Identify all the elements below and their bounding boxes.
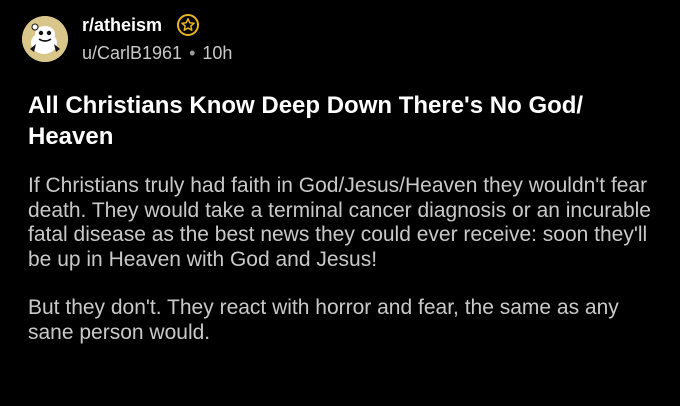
post-header: r/atheism u/CarlB1961 • 10h [22,10,232,68]
post-body: If Christians truly had faith in God/Jes… [28,174,668,345]
star-badge-icon[interactable] [176,13,200,37]
author-row: u/CarlB1961 • 10h [82,40,232,66]
snoo-avatar-icon [22,16,68,62]
post-paragraph: But they don't. They react with horror a… [28,296,619,344]
post-paragraph: If Christians truly had faith in God/Jes… [28,174,651,271]
author-name[interactable]: u/CarlB1961 [82,43,182,64]
post-meta: r/atheism u/CarlB1961 • 10h [82,12,232,66]
post-title[interactable]: All Christians Know Deep Down There's No… [28,90,658,152]
subreddit-row: r/atheism [82,12,232,38]
meta-separator: • [189,42,196,63]
post-time: 10h [202,42,233,63]
subreddit-avatar[interactable] [22,16,68,62]
subreddit-name[interactable]: r/atheism [82,15,162,36]
